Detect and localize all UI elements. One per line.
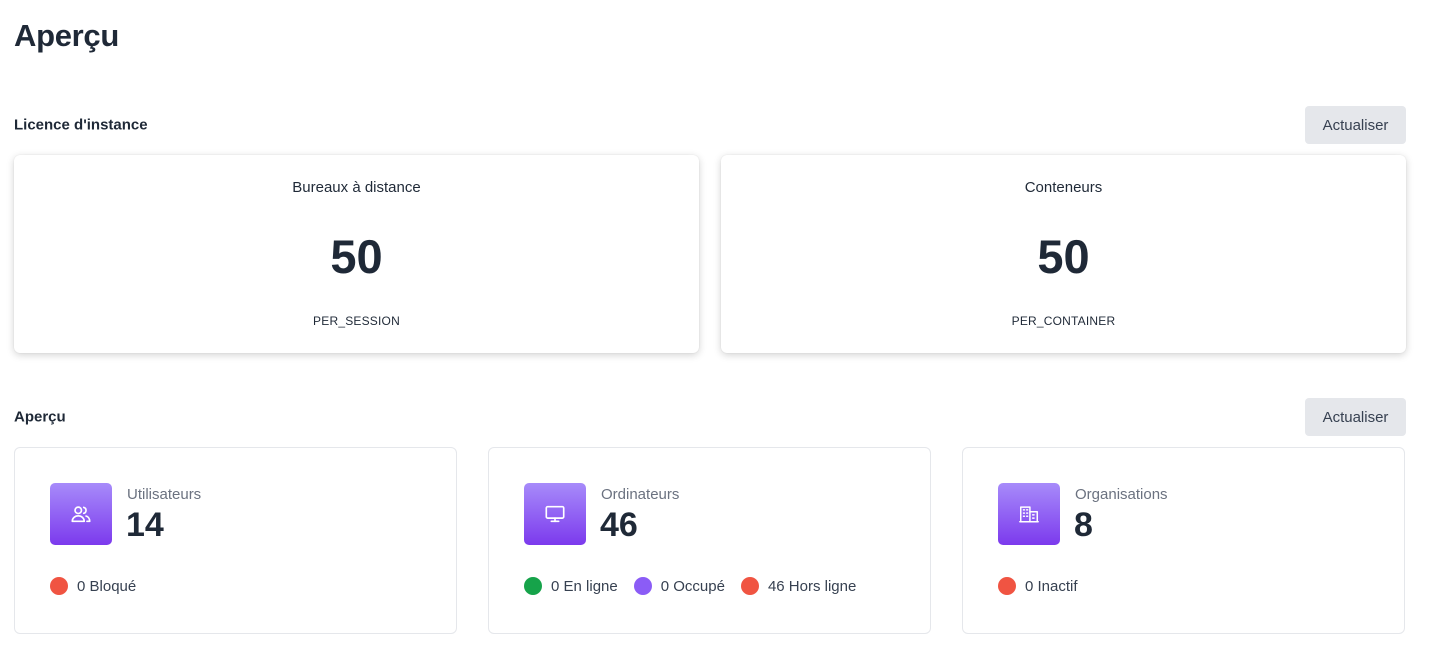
overview-refresh-button[interactable]: Actualiser <box>1305 398 1406 436</box>
page-title: Aperçu <box>14 18 120 53</box>
status-dot <box>50 577 68 595</box>
status-offline: 46 Hors ligne <box>740 577 857 595</box>
license-section-header: Licence d'instance Actualiser <box>14 106 1406 144</box>
license-card-label: Bureaux à distance <box>292 179 421 196</box>
stat-label: Ordinateurs <box>601 486 680 503</box>
status-inactive: 0 Inactif <box>998 577 1078 595</box>
status-dot <box>998 577 1016 595</box>
license-card-type: PER_CONTAINER <box>1011 314 1116 328</box>
license-card-value: 50 <box>330 230 383 283</box>
license-card-label: Conteneurs <box>1024 179 1103 196</box>
status-text: 0 Bloqué <box>77 577 137 595</box>
status-dot <box>524 577 542 595</box>
overview-section-header: Aperçu Actualiser <box>14 398 1406 436</box>
license-section-title: Licence d'instance <box>14 116 148 134</box>
monitor-icon <box>524 483 586 545</box>
license-card-containers: Conteneurs 50 PER_CONTAINER <box>721 155 1406 353</box>
stat-label: Organisations <box>1075 486 1168 503</box>
stat-status-list: 0 En ligne 0 Occupé 46 Hors ligne <box>524 577 872 595</box>
status-text: 0 En ligne <box>551 577 618 595</box>
stat-status-list: 0 Bloqué <box>50 577 152 595</box>
status-text: 0 Occupé <box>660 577 725 595</box>
stat-card-computers[interactable]: Ordinateurs 46 0 En ligne 0 Occupé 46 Ho… <box>488 447 931 634</box>
status-text: 0 Inactif <box>1025 577 1078 595</box>
users-icon <box>50 483 112 545</box>
stat-card-organizations[interactable]: Organisations 8 0 Inactif <box>962 447 1405 634</box>
status-busy: 0 Occupé <box>633 577 725 595</box>
license-card-type: PER_SESSION <box>313 314 400 328</box>
stat-card-users[interactable]: Utilisateurs 14 0 Bloqué <box>14 447 457 634</box>
status-online: 0 En ligne <box>524 577 618 595</box>
stat-status-list: 0 Inactif <box>998 577 1094 595</box>
building-icon <box>998 483 1060 545</box>
license-card-value: 50 <box>1037 230 1090 283</box>
stat-value: 14 <box>126 506 164 544</box>
stat-value: 46 <box>600 506 638 544</box>
license-refresh-button[interactable]: Actualiser <box>1305 106 1406 144</box>
stat-label: Utilisateurs <box>127 486 202 503</box>
status-text: 46 Hors ligne <box>767 577 857 595</box>
overview-section-title: Aperçu <box>14 408 66 426</box>
stat-value: 8 <box>1074 506 1093 544</box>
status-dot <box>740 577 759 595</box>
status-dot <box>633 577 652 595</box>
status-blocked: 0 Bloqué <box>50 577 136 595</box>
license-card-remote-desktops: Bureaux à distance 50 PER_SESSION <box>14 155 699 353</box>
